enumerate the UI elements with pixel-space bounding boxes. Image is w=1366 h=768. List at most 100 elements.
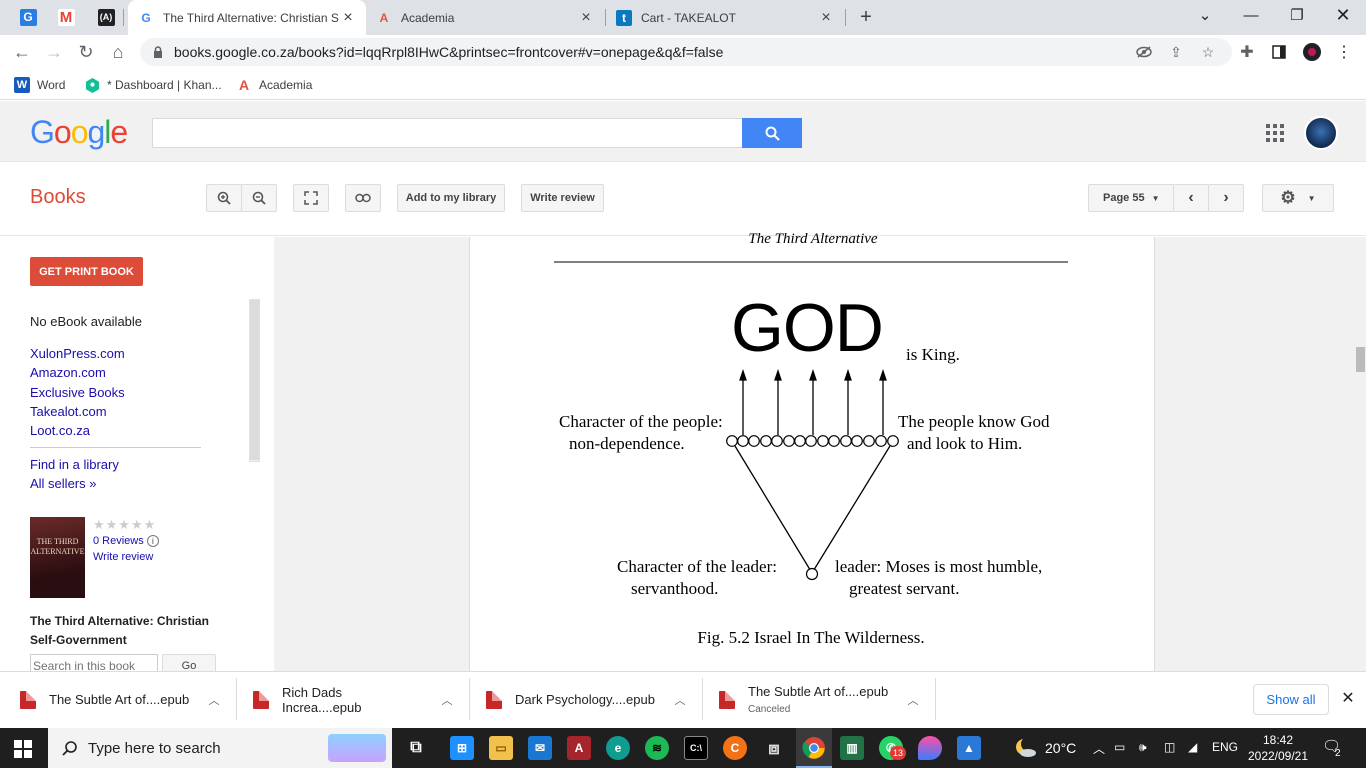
terminal-icon[interactable]: C:\ xyxy=(684,736,708,760)
star-bookmark-icon[interactable]: ☆ xyxy=(1198,42,1218,62)
scrollbar-thumb[interactable] xyxy=(250,300,259,460)
spotify-icon[interactable]: ≋ xyxy=(645,736,669,760)
close-tab-icon[interactable]: × xyxy=(340,9,356,27)
download-item[interactable]: The Subtle Art of....epub Canceled ︿ xyxy=(699,671,935,728)
get-print-book-button[interactable]: GET PRINT BOOK xyxy=(30,257,143,286)
google-search-input[interactable] xyxy=(152,118,743,148)
menu-kebab-icon[interactable]: ⋮ xyxy=(1334,42,1354,62)
volume-icon[interactable]: 🕪 xyxy=(1139,740,1147,755)
google-logo[interactable]: Google xyxy=(30,114,128,151)
mail-icon[interactable]: ✉ xyxy=(528,736,552,760)
fullscreen-button[interactable] xyxy=(293,184,329,212)
chevron-up-icon[interactable]: ︿ xyxy=(192,692,236,708)
link-button[interactable] xyxy=(345,184,381,212)
drop-app-icon[interactable] xyxy=(918,736,942,760)
crunchyroll-icon[interactable]: C xyxy=(723,736,747,760)
back-button[interactable]: ← xyxy=(9,39,35,65)
excel-chart-icon[interactable]: ▥ xyxy=(840,736,864,760)
chevron-up-icon[interactable]: ︿ xyxy=(891,692,935,708)
wifi-icon[interactable]: ◢ xyxy=(1188,740,1197,754)
profile-avatar-icon[interactable] xyxy=(1302,42,1322,62)
url-text[interactable]: books.google.co.za/books?id=lqqRrpl8IHwC… xyxy=(174,44,723,60)
arrows-to-god xyxy=(739,368,887,435)
language-indicator[interactable]: ENG xyxy=(1212,740,1238,754)
tab-takealot[interactable]: t Cart - TAKEALOT × xyxy=(606,0,844,35)
pinned-tab-academia[interactable]: (A) xyxy=(92,4,120,30)
taskbar-search-box[interactable]: Type here to search xyxy=(48,728,392,768)
edge-icon[interactable]: e xyxy=(606,736,630,760)
zoom-out-button[interactable] xyxy=(241,184,277,212)
bookmark-khan[interactable]: * Dashboard | Khan... xyxy=(84,76,222,94)
download-filename: The Subtle Art of....epub xyxy=(49,692,190,707)
seller-link-loot[interactable]: Loot.co.za xyxy=(30,423,90,438)
eye-off-icon[interactable] xyxy=(1134,42,1154,62)
extensions-puzzle-icon[interactable]: ✚ xyxy=(1237,42,1257,62)
tab-academia[interactable]: A Academia × xyxy=(366,0,604,35)
book-cover-thumbnail[interactable]: THE THIRD ALTERNATIVE xyxy=(30,517,85,598)
temperature-text[interactable]: 20°C xyxy=(1045,740,1076,756)
forward-button[interactable]: → xyxy=(41,39,67,65)
battery-icon[interactable]: ▭ xyxy=(1114,740,1125,754)
file-explorer-icon[interactable]: ▭ xyxy=(489,736,513,760)
all-sellers-link[interactable]: All sellers » xyxy=(30,476,96,491)
close-tab-icon[interactable]: × xyxy=(578,9,594,27)
lock-icon[interactable] xyxy=(148,42,168,62)
account-avatar[interactable] xyxy=(1304,116,1338,150)
tab-google-books[interactable]: G The Third Alternative: Christian S × xyxy=(128,0,366,35)
home-button[interactable]: ⌂ xyxy=(105,39,131,65)
seller-link-xulon[interactable]: XulonPress.com xyxy=(30,346,125,361)
settings-button[interactable]: ⚙ ▼ xyxy=(1262,184,1334,212)
zoom-in-button[interactable] xyxy=(206,184,242,212)
close-window-button[interactable]: ✕ xyxy=(1320,0,1366,30)
clock[interactable]: 18:42 2022/09/21 xyxy=(1244,732,1312,764)
pinned-tab-gmail[interactable]: M xyxy=(52,4,80,30)
viewer-scrollbar-thumb[interactable] xyxy=(1356,347,1365,372)
google-books-icon: G xyxy=(141,10,151,25)
stack-icon[interactable]: ⧈ xyxy=(762,736,786,760)
side-panel-icon[interactable] xyxy=(1269,42,1289,62)
chevron-up-icon[interactable]: ︿ xyxy=(425,692,469,708)
download-item[interactable]: Dark Psychology....epub ︿ xyxy=(466,671,702,728)
close-downloads-icon[interactable]: ✕ xyxy=(1338,688,1358,710)
chevron-up-icon[interactable]: ︿ xyxy=(658,692,702,708)
write-review-link[interactable]: Write review xyxy=(93,551,153,563)
chrome-taskbar-button[interactable] xyxy=(796,728,832,768)
page-select[interactable]: Page 55 ▼ xyxy=(1088,184,1174,212)
chevron-up-icon[interactable]: ︿ xyxy=(1093,740,1105,757)
bookmark-academia[interactable]: A Academia xyxy=(236,76,312,94)
search-button[interactable] xyxy=(742,118,802,148)
people-character-value: non-dependence. xyxy=(569,434,685,453)
reviews-count-link[interactable]: 0 Reviews i xyxy=(93,535,159,547)
seller-link-amazon[interactable]: Amazon.com xyxy=(30,365,106,380)
tab-search-icon[interactable]: ⌄ xyxy=(1182,0,1228,30)
previous-page-button[interactable]: ‹ xyxy=(1173,184,1209,212)
books-label[interactable]: Books xyxy=(30,186,86,209)
reload-button[interactable]: ↻ xyxy=(73,39,99,65)
task-view-icon[interactable]: ⧉ xyxy=(404,736,428,760)
restore-button[interactable]: ❐ xyxy=(1274,0,1320,30)
minimize-button[interactable]: — xyxy=(1228,0,1274,30)
apps-grid-icon[interactable] xyxy=(1266,124,1284,142)
add-to-library-button[interactable]: Add to my library xyxy=(397,184,505,212)
show-all-downloads-button[interactable]: Show all xyxy=(1253,684,1329,715)
new-tab-button[interactable]: + xyxy=(854,5,878,29)
search-highlight-image xyxy=(328,734,386,762)
seller-link-takealot[interactable]: Takealot.com xyxy=(30,404,107,419)
find-in-library-link[interactable]: Find in a library xyxy=(30,457,119,472)
download-item[interactable]: Rich Dads Increa....epub ︿ xyxy=(233,671,469,728)
seller-link-exclusive-books[interactable]: Exclusive Books xyxy=(30,385,125,400)
weather-moon-icon[interactable] xyxy=(1012,736,1038,760)
cast-icon[interactable]: ◫ xyxy=(1164,740,1175,754)
windows-start-icon[interactable] xyxy=(14,740,32,758)
close-tab-icon[interactable]: × xyxy=(818,9,834,27)
write-review-button[interactable]: Write review xyxy=(521,184,604,212)
share-icon[interactable]: ⇪ xyxy=(1166,42,1186,62)
access-icon[interactable]: A xyxy=(567,736,591,760)
info-icon[interactable]: i xyxy=(146,535,159,547)
photos-icon[interactable]: ▲ xyxy=(957,736,981,760)
pinned-tab-google-sites[interactable]: G xyxy=(14,4,42,30)
microsoft-store-icon[interactable]: ⊞ xyxy=(450,736,474,760)
download-item[interactable]: The Subtle Art of....epub ︿ xyxy=(0,671,236,728)
next-page-button[interactable]: › xyxy=(1208,184,1244,212)
bookmark-word[interactable]: W Word xyxy=(14,76,65,94)
